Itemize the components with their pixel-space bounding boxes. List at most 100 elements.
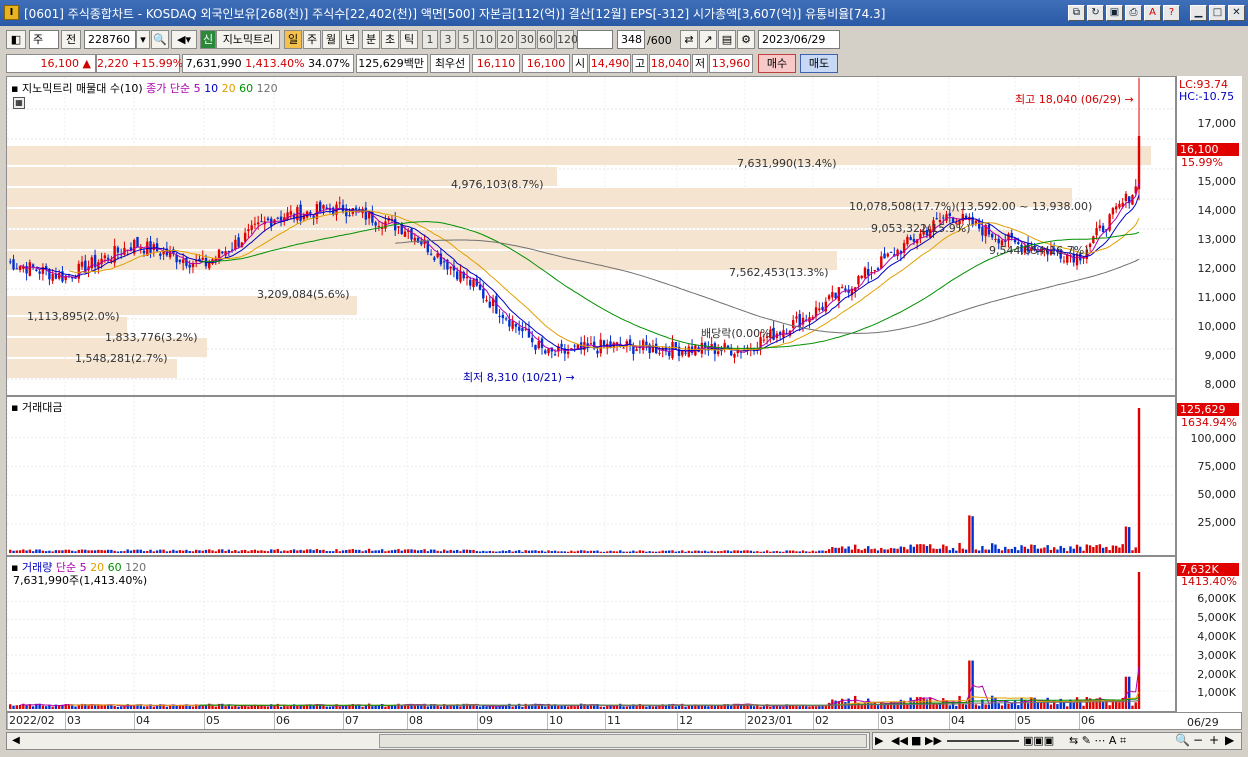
amount-bar bbox=[178, 550, 182, 553]
candle-body bbox=[1111, 208, 1115, 215]
volume-bar bbox=[495, 706, 498, 709]
amount-bar bbox=[1111, 545, 1115, 553]
amount-bar bbox=[733, 550, 736, 553]
volume-bar bbox=[873, 702, 876, 709]
y-tick: 50,000 bbox=[1197, 488, 1237, 501]
prev-button[interactable]: 전 bbox=[61, 30, 81, 49]
chevron-down-icon[interactable]: ▾ bbox=[136, 30, 150, 49]
candle-body bbox=[628, 339, 632, 344]
stop-icon[interactable]: ■ bbox=[911, 734, 921, 747]
zoom-slider[interactable] bbox=[947, 740, 1019, 742]
scroll-thumb[interactable] bbox=[379, 734, 867, 748]
period-second[interactable]: 초 bbox=[381, 30, 399, 49]
interval-30[interactable]: 30 bbox=[518, 30, 536, 49]
amount-bar bbox=[165, 551, 169, 553]
stock-name[interactable]: 지노믹트리 bbox=[216, 30, 280, 49]
minus-icon[interactable]: − bbox=[1193, 733, 1203, 747]
volume-bar bbox=[1072, 702, 1075, 709]
period-month[interactable]: 월 bbox=[322, 30, 340, 49]
interval-5[interactable]: 5 bbox=[458, 30, 474, 49]
zoom-out-icon[interactable]: 🔍 bbox=[1175, 733, 1190, 747]
amount-bar bbox=[707, 551, 710, 553]
interval-10[interactable]: 10 bbox=[476, 30, 496, 49]
scroll-right-icon[interactable]: ▶ bbox=[1225, 733, 1234, 747]
amount-bar bbox=[964, 549, 968, 553]
interval-120[interactable]: 120 bbox=[556, 30, 578, 49]
trend-icon[interactable]: ↗ bbox=[699, 30, 717, 49]
candle-body bbox=[250, 225, 253, 231]
maximize-button[interactable]: □ bbox=[1209, 5, 1226, 21]
font-icon[interactable]: A bbox=[1144, 5, 1161, 21]
play-icon[interactable]: ▶ bbox=[875, 734, 883, 747]
search-icon[interactable]: 🔍 bbox=[151, 30, 169, 49]
sell-button[interactable]: 매도 bbox=[800, 54, 838, 73]
gear-icon[interactable]: ⚙ bbox=[737, 30, 755, 49]
date-input[interactable]: 2023/06/29 bbox=[758, 30, 840, 49]
close-button[interactable]: ✕ bbox=[1228, 5, 1245, 21]
x-tick-mark bbox=[7, 713, 8, 729]
link-icon[interactable]: ⧉ bbox=[1068, 5, 1085, 21]
amount-bar bbox=[808, 551, 811, 553]
interval-20[interactable]: 20 bbox=[497, 30, 517, 49]
period-day[interactable]: 일 bbox=[284, 30, 302, 49]
amount-bar bbox=[886, 549, 890, 553]
candle-body bbox=[1118, 203, 1121, 208]
amount-bar bbox=[250, 550, 253, 553]
period-year[interactable]: 년 bbox=[341, 30, 359, 49]
screen-icon[interactable]: ▣ bbox=[1106, 5, 1123, 21]
price-panel[interactable]: ▪ 지노믹트리 매물대 수(10) 종가 단순 5 10 20 60 120 ▦… bbox=[6, 76, 1176, 396]
fast-forward-icon[interactable]: ▶▶ bbox=[925, 734, 942, 747]
candle-body bbox=[469, 279, 472, 286]
volume-chart bbox=[7, 557, 1175, 711]
refresh-icon[interactable]: ↻ bbox=[1087, 5, 1104, 21]
interval-custom[interactable] bbox=[577, 30, 613, 49]
minimize-button[interactable]: ▁ bbox=[1190, 5, 1207, 21]
volume-bar bbox=[1124, 676, 1128, 709]
speaker-icon[interactable]: ◀▾ bbox=[171, 30, 197, 49]
interval-3[interactable]: 3 bbox=[440, 30, 456, 49]
print-icon[interactable]: ⎙ bbox=[1125, 5, 1142, 21]
plus-icon[interactable]: + bbox=[1209, 733, 1219, 747]
help-icon[interactable]: ? bbox=[1163, 5, 1180, 21]
compare-icon[interactable]: ⇄ bbox=[680, 30, 698, 49]
interval-1[interactable]: 1 bbox=[422, 30, 438, 49]
amount-bar bbox=[811, 550, 814, 553]
volume-bar bbox=[15, 705, 18, 709]
save-icon[interactable]: ▤ bbox=[718, 30, 736, 49]
amount-bar bbox=[139, 549, 142, 553]
period-minute[interactable]: 분 bbox=[362, 30, 380, 49]
candle-body bbox=[380, 228, 384, 230]
scroll-left-icon[interactable]: ◀ bbox=[9, 734, 23, 748]
amount-bar bbox=[495, 551, 498, 553]
volume-panel[interactable]: ▪ 거래량 단순 5 20 60 120 7,631,990주(1,413.40… bbox=[6, 556, 1176, 712]
volume-bar bbox=[654, 706, 658, 709]
amount-panel[interactable]: ▪ 거래대금 bbox=[6, 396, 1176, 556]
interval-60[interactable]: 60 bbox=[537, 30, 555, 49]
buy-button[interactable]: 매수 bbox=[758, 54, 796, 73]
tool-icon[interactable]: ⇆ ✎ ⋯ A ⌗ bbox=[1069, 734, 1126, 748]
volume-bar bbox=[485, 706, 488, 709]
horizontal-scrollbar[interactable]: ◀ bbox=[6, 732, 870, 750]
type-select[interactable]: 주 bbox=[29, 30, 59, 49]
amount-bar bbox=[870, 549, 873, 553]
period-week[interactable]: 주 bbox=[303, 30, 321, 49]
amount-bar bbox=[690, 551, 694, 553]
count-input[interactable]: 348 bbox=[617, 30, 645, 49]
code-input[interactable]: 228760 bbox=[84, 30, 136, 49]
amount-bar bbox=[436, 550, 439, 553]
rewind-icon[interactable]: ◀◀ bbox=[891, 734, 908, 747]
amount-bar bbox=[795, 551, 798, 553]
volume-bar bbox=[730, 705, 733, 709]
amount-bar bbox=[909, 544, 912, 553]
volume-bar bbox=[508, 703, 511, 709]
amount-bar bbox=[133, 549, 136, 553]
amount-bar bbox=[452, 550, 456, 553]
candle-body bbox=[935, 218, 938, 220]
volume-bar bbox=[1069, 699, 1072, 709]
lock-icon[interactable]: ◧ bbox=[6, 30, 26, 49]
amount-bar bbox=[358, 549, 361, 553]
draw-icon[interactable]: ▣▣▣ bbox=[1023, 734, 1054, 747]
grid-icon[interactable]: ▦ bbox=[13, 97, 25, 109]
amount-bar bbox=[697, 550, 700, 553]
period-tick[interactable]: 틱 bbox=[400, 30, 418, 49]
